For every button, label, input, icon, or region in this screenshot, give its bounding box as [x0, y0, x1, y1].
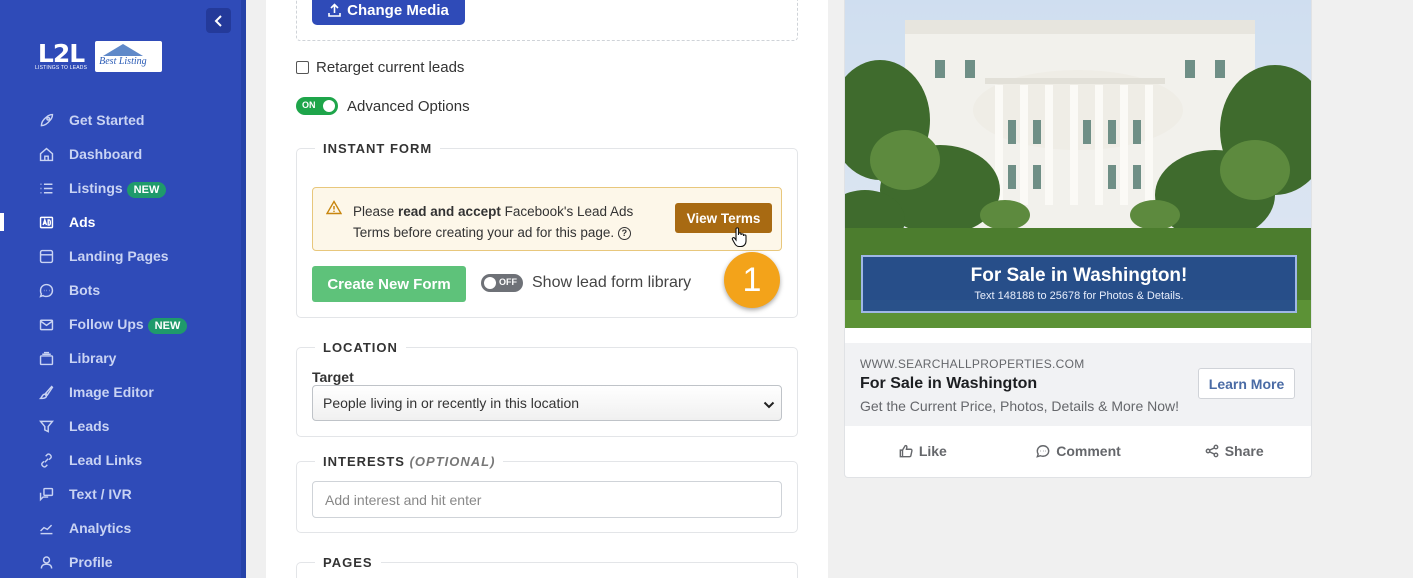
- step-number-badge: 1: [724, 252, 780, 308]
- section-title: INTERESTS (OPTIONAL): [315, 454, 504, 469]
- retarget-label: Retarget current leads: [316, 59, 465, 76]
- link-icon: [37, 451, 55, 469]
- partner-logo: Best Listing: [95, 41, 163, 72]
- section-title: PAGES: [315, 555, 381, 570]
- brand-logo[interactable]: L2L LISTINGS TO LEADS Best Listing: [35, 39, 163, 72]
- mail-icon: [37, 315, 55, 333]
- warning-icon: [325, 200, 343, 220]
- new-badge: NEW: [126, 181, 167, 198]
- gutter: [246, 0, 266, 578]
- sidebar-item-dashboard[interactable]: Dashboard: [0, 137, 241, 171]
- sidebar-item-landing-pages[interactable]: Landing Pages: [0, 239, 241, 273]
- sidebar-item-image-editor[interactable]: Image Editor: [0, 375, 241, 409]
- lead-form-library-toggle[interactable]: OFF: [481, 274, 523, 292]
- sidebar-item-listings[interactable]: Listings NEW: [0, 171, 241, 205]
- filter-icon: [37, 417, 55, 435]
- sidebar-item-bots[interactable]: Bots: [0, 273, 241, 307]
- hand-cursor-icon: [731, 226, 749, 253]
- new-badge: NEW: [147, 317, 188, 334]
- chat-icon: [37, 281, 55, 299]
- l2l-logo: L2L LISTINGS TO LEADS: [35, 39, 88, 71]
- learn-more-button[interactable]: Learn More: [1198, 368, 1295, 399]
- advanced-options-row: ON Advanced Options: [296, 97, 470, 115]
- sidebar-item-library[interactable]: Library: [0, 341, 241, 375]
- upload-icon: [328, 3, 341, 17]
- page-icon: [37, 247, 55, 265]
- create-new-form-button[interactable]: Create New Form: [312, 266, 466, 302]
- like-button[interactable]: Like: [845, 436, 1001, 466]
- photo-caption-overlay: For Sale in Washington! Text 148188 to 2…: [861, 255, 1297, 313]
- user-icon: [37, 553, 55, 571]
- sidebar-item-lead-links[interactable]: Lead Links: [0, 443, 241, 477]
- help-icon[interactable]: ?: [617, 226, 631, 240]
- advanced-options-label: Advanced Options: [347, 97, 470, 115]
- terms-alert-text: Please read and accept Facebook's Lead A…: [353, 204, 634, 240]
- chevron-down-icon: [763, 397, 775, 413]
- sidebar-item-analytics[interactable]: Analytics: [0, 511, 241, 545]
- lead-form-library-label: Show lead form library: [532, 274, 692, 291]
- target-select[interactable]: People living in or recently in this loc…: [312, 385, 782, 421]
- ad-description: Get the Current Price, Photos, Details &…: [860, 398, 1180, 414]
- collapse-sidebar-button[interactable]: [206, 8, 231, 33]
- interests-section: INTERESTS (OPTIONAL) Add interest and hi…: [296, 454, 798, 533]
- thumbs-up-icon: [899, 444, 913, 458]
- target-label: Target: [312, 369, 354, 385]
- ad-domain: WWW.SEARCHALLPROPERTIES.COM: [860, 357, 1085, 371]
- share-icon: [1205, 444, 1219, 458]
- sidebar-item-follow-ups[interactable]: Follow Ups NEW: [0, 307, 241, 341]
- list-icon: [37, 179, 55, 197]
- ad-actions: Like Comment Share: [845, 436, 1311, 466]
- chevron-left-icon: [214, 14, 222, 27]
- interests-input[interactable]: Add interest and hit enter: [312, 481, 782, 518]
- location-section: LOCATION Target People living in or rece…: [296, 340, 798, 437]
- sidebar-item-profile[interactable]: Profile: [0, 545, 241, 578]
- section-title: LOCATION: [315, 340, 406, 355]
- listing-photo: For Sale in Washington! Text 148188 to 2…: [845, 0, 1311, 328]
- pages-section: PAGES: [296, 555, 798, 578]
- message-icon: [37, 485, 55, 503]
- library-icon: [37, 349, 55, 367]
- comment-icon: [1036, 445, 1050, 458]
- ad-icon: [37, 213, 55, 231]
- comment-button[interactable]: Comment: [1001, 436, 1157, 466]
- sidebar-nav: Get Started Dashboard Listings NEW Ads L…: [0, 103, 241, 578]
- rocket-icon: [37, 111, 55, 129]
- sidebar: L2L LISTINGS TO LEADS Best Listing Get S…: [0, 0, 241, 578]
- home-icon: [37, 145, 55, 163]
- sidebar-item-leads[interactable]: Leads: [0, 409, 241, 443]
- instant-form-section: INSTANT FORM Please read and accept Face…: [296, 141, 798, 318]
- retarget-row[interactable]: Retarget current leads: [296, 59, 464, 76]
- sidebar-item-text-ivr[interactable]: Text / IVR: [0, 477, 241, 511]
- retarget-checkbox[interactable]: [296, 61, 309, 74]
- view-terms-button[interactable]: View Terms: [675, 203, 772, 233]
- media-dropzone: Change Media: [296, 0, 798, 41]
- brush-icon: [37, 383, 55, 401]
- advanced-options-toggle[interactable]: ON: [296, 97, 338, 115]
- ad-form-panel: Change Media Retarget current leads ON A…: [266, 0, 828, 578]
- ad-link-details: WWW.SEARCHALLPROPERTIES.COM For Sale in …: [845, 343, 1311, 426]
- share-button[interactable]: Share: [1156, 436, 1311, 466]
- chart-icon: [37, 519, 55, 537]
- lead-form-library-row: OFF Show lead form library: [481, 274, 691, 292]
- sidebar-item-ads[interactable]: Ads: [0, 205, 241, 239]
- change-media-button[interactable]: Change Media: [312, 0, 465, 25]
- terms-alert: Please read and accept Facebook's Lead A…: [312, 187, 782, 251]
- sidebar-item-get-started[interactable]: Get Started: [0, 103, 241, 137]
- ad-preview: For Sale in Washington! Text 148188 to 2…: [844, 0, 1312, 478]
- section-title: INSTANT FORM: [315, 141, 441, 156]
- ad-headline: For Sale in Washington: [860, 375, 1038, 392]
